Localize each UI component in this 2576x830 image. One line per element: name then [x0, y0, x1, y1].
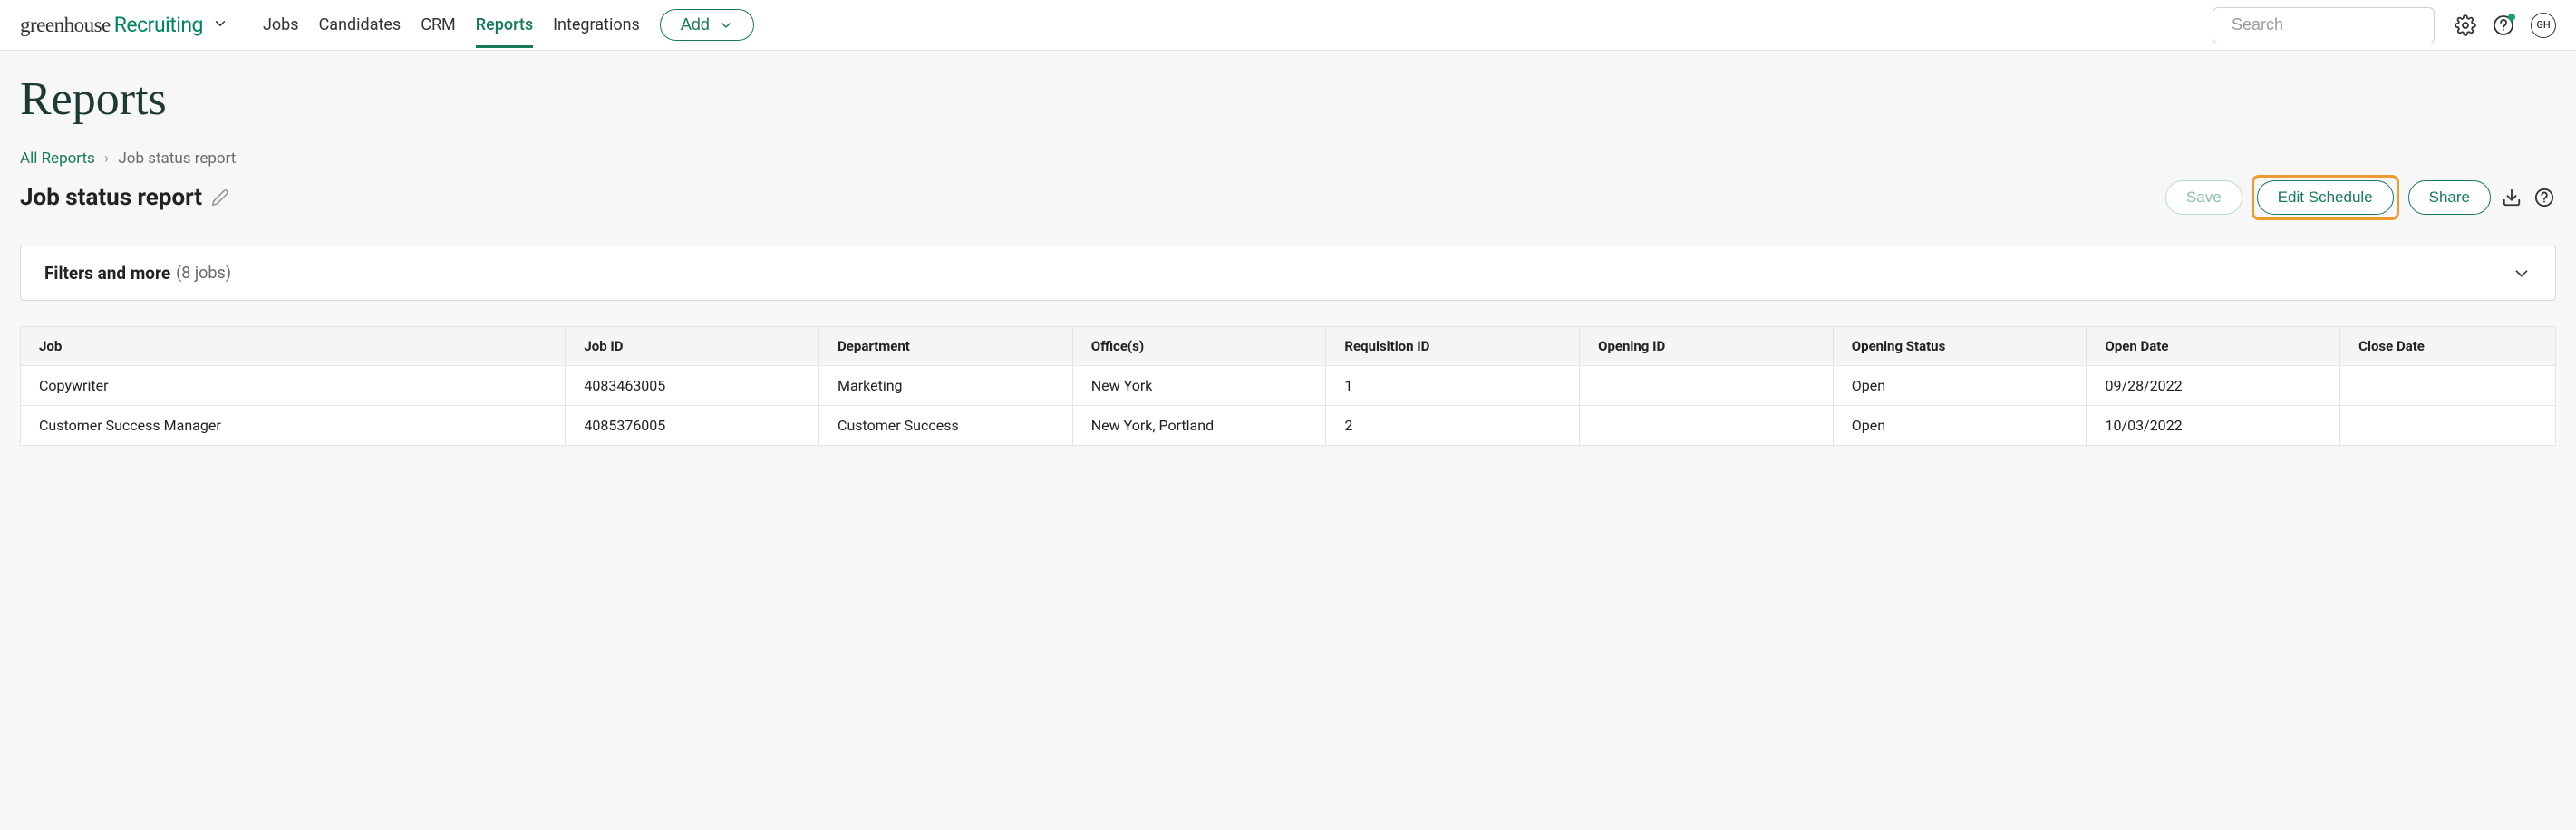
cell-opening-id — [1580, 366, 1834, 406]
top-icons: GH — [2455, 13, 2556, 38]
help-icon[interactable] — [2493, 14, 2514, 36]
cell-open-date: 09/28/2022 — [2087, 366, 2340, 406]
breadcrumb-root[interactable]: All Reports — [20, 150, 95, 168]
add-button-label: Add — [681, 15, 710, 34]
cell-close-date — [2340, 406, 2556, 446]
share-button[interactable]: Share — [2408, 180, 2491, 215]
add-button[interactable]: Add — [660, 9, 754, 41]
table-row[interactable]: Copywriter 4083463005 Marketing New York… — [21, 366, 2556, 406]
table-row[interactable]: Customer Success Manager 4085376005 Cust… — [21, 406, 2556, 446]
cell-job: Copywriter — [21, 366, 566, 406]
brand-word2: Recruiting — [114, 13, 203, 37]
search-box[interactable] — [2213, 7, 2435, 43]
save-button[interactable]: Save — [2165, 180, 2242, 215]
cell-opening-id — [1580, 406, 1834, 446]
breadcrumb: All Reports › Job status report — [20, 150, 2556, 168]
cell-requisition-id: 2 — [1326, 406, 1580, 446]
brand-logo[interactable]: greenhouse Recruiting — [20, 13, 228, 37]
cell-jobid: 4085376005 — [566, 406, 819, 446]
filters-label: Filters and more — [44, 263, 170, 284]
search-input[interactable] — [2230, 14, 2444, 35]
cell-department: Customer Success — [819, 406, 1073, 446]
filters-panel[interactable]: Filters and more (8 jobs) — [20, 246, 2556, 301]
download-icon[interactable] — [2500, 186, 2523, 209]
cell-close-date — [2340, 366, 2556, 406]
chevron-down-icon — [2512, 264, 2532, 284]
breadcrumb-current: Job status report — [118, 150, 236, 168]
cell-opening-status: Open — [1833, 366, 2087, 406]
cell-job: Customer Success Manager — [21, 406, 566, 446]
nav-candidates[interactable]: Candidates — [319, 3, 402, 48]
chevron-down-icon[interactable] — [212, 15, 228, 32]
cell-offices: New York — [1072, 366, 1326, 406]
col-opening-status[interactable]: Opening Status — [1833, 327, 2087, 366]
page-body: Reports All Reports › Job status report … — [0, 51, 2576, 830]
cell-requisition-id: 1 — [1326, 366, 1580, 406]
col-job[interactable]: Job — [21, 327, 566, 366]
page-title: Reports — [20, 72, 2556, 126]
col-jobid[interactable]: Job ID — [566, 327, 819, 366]
cell-department: Marketing — [819, 366, 1073, 406]
report-table: Job Job ID Department Office(s) Requisit… — [20, 326, 2556, 446]
chevron-down-icon — [719, 18, 733, 33]
top-nav: greenhouse Recruiting Jobs Candidates CR… — [0, 0, 2576, 51]
nav-jobs[interactable]: Jobs — [263, 3, 299, 48]
report-header: Job status report Save Edit Schedule Sha… — [20, 175, 2556, 220]
nav-crm[interactable]: CRM — [421, 3, 456, 48]
chevron-right-icon: › — [104, 150, 109, 168]
cell-jobid: 4083463005 — [566, 366, 819, 406]
edit-schedule-highlight: Edit Schedule — [2252, 175, 2399, 220]
edit-schedule-button[interactable]: Edit Schedule — [2257, 180, 2394, 215]
col-requisition-id[interactable]: Requisition ID — [1326, 327, 1580, 366]
nav-reports[interactable]: Reports — [476, 3, 533, 48]
report-title-text: Job status report — [20, 184, 202, 211]
col-opening-id[interactable]: Opening ID — [1580, 327, 1834, 366]
help-circle-icon[interactable] — [2532, 186, 2556, 209]
col-close-date[interactable]: Close Date — [2340, 327, 2556, 366]
notification-dot-icon — [2508, 14, 2515, 21]
filters-count: (8 jobs) — [176, 264, 231, 283]
brand-word1: greenhouse — [20, 14, 111, 37]
col-department[interactable]: Department — [819, 327, 1073, 366]
col-open-date[interactable]: Open Date — [2087, 327, 2340, 366]
primary-nav: Jobs Candidates CRM Reports Integrations — [263, 3, 640, 48]
cell-open-date: 10/03/2022 — [2087, 406, 2340, 446]
nav-integrations[interactable]: Integrations — [553, 3, 640, 48]
pencil-icon[interactable] — [211, 188, 229, 207]
avatar[interactable]: GH — [2531, 13, 2556, 38]
gear-icon[interactable] — [2455, 14, 2476, 36]
report-actions: Save Edit Schedule Share — [2165, 175, 2556, 220]
col-offices[interactable]: Office(s) — [1072, 327, 1326, 366]
report-title: Job status report — [20, 184, 229, 211]
cell-opening-status: Open — [1833, 406, 2087, 446]
table-header-row: Job Job ID Department Office(s) Requisit… — [21, 327, 2556, 366]
cell-offices: New York, Portland — [1072, 406, 1326, 446]
